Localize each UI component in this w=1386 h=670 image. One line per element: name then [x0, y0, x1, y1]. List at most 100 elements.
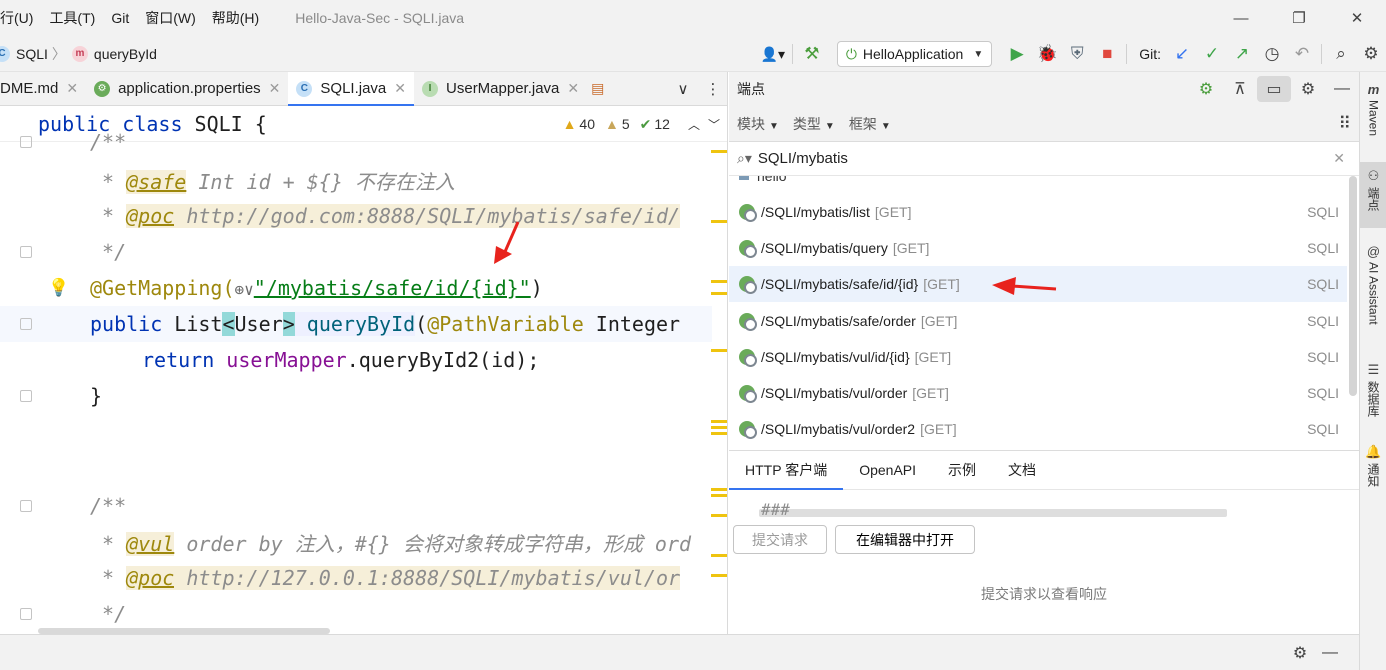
fold-icon[interactable]: [20, 246, 32, 258]
close-window-icon[interactable]: ✕: [1328, 0, 1386, 36]
error-stripe[interactable]: [711, 142, 727, 634]
stripe-mark[interactable]: [711, 488, 727, 491]
chevron-down-icon[interactable]: ∨: [668, 80, 698, 98]
build-hammer-icon[interactable]: ⚒: [797, 39, 827, 69]
stripe-mark[interactable]: [711, 280, 727, 283]
tab-examples[interactable]: 示例: [932, 450, 992, 490]
menu-git[interactable]: Git: [103, 10, 137, 26]
endpoint-row[interactable]: /SQLI/mybatis/vul/order2 [GET] SQLI: [729, 411, 1347, 447]
stripe-mark[interactable]: [711, 220, 727, 223]
list-item-partial[interactable]: hello: [739, 176, 787, 184]
stripe-mark[interactable]: [711, 514, 727, 517]
rollback-icon[interactable]: ↶: [1287, 39, 1317, 69]
stripe-mark[interactable]: [711, 432, 727, 435]
settings-gear-icon[interactable]: ⚙: [1291, 79, 1325, 99]
stripe-mark[interactable]: [711, 349, 727, 352]
layout-horizontal-icon[interactable]: ⊼: [1223, 79, 1257, 99]
endpoint-row[interactable]: /SQLI/mybatis/list [GET] SQLI: [729, 194, 1347, 230]
stripe-mark[interactable]: [711, 554, 727, 557]
bell-icon: 🔔: [1365, 444, 1382, 459]
stripe-mark[interactable]: [711, 292, 727, 295]
filter-type[interactable]: 类型 ▼: [793, 114, 835, 134]
tab-application-properties[interactable]: ⚙ application.properties ✕: [86, 72, 288, 106]
close-icon[interactable]: ✕: [394, 80, 406, 97]
tool-maven[interactable]: m Maven: [1360, 82, 1386, 136]
debug-icon[interactable]: 🐞: [1032, 39, 1062, 69]
tab-openapi[interactable]: OpenAPI: [843, 450, 932, 490]
minimize-panel-icon[interactable]: —: [1325, 80, 1359, 98]
tab-label: application.properties: [118, 80, 261, 97]
stripe-mark[interactable]: [711, 150, 727, 153]
stripe-mark[interactable]: [711, 494, 727, 497]
fold-icon[interactable]: [20, 390, 32, 402]
show-library-icon[interactable]: ⚙: [1189, 79, 1223, 99]
endpoint-row[interactable]: /SQLI/mybatis/vul/id/{id} [GET] SQLI: [729, 339, 1347, 375]
endpoint-method: [GET]: [920, 313, 958, 329]
submit-request-button[interactable]: 提交请求: [733, 525, 827, 554]
git-commit-icon[interactable]: ✓: [1197, 39, 1227, 69]
tab-usermapper-java[interactable]: I UserMapper.java ✕: [414, 72, 587, 106]
fold-icon[interactable]: [20, 318, 32, 330]
http-request-editor[interactable]: ### 提交请求 在编辑器中打开 提交请求以查看响应: [729, 490, 1359, 632]
user-icon[interactable]: 👤▾: [758, 39, 788, 69]
menu-tools[interactable]: 工具(T): [41, 8, 103, 28]
menu-window[interactable]: 窗口(W): [137, 8, 204, 28]
search-icon[interactable]: ⌕: [1326, 39, 1356, 69]
run-config-selector[interactable]: ⏻ HelloApplication ▼: [836, 41, 993, 67]
minimize-icon[interactable]: —: [1212, 0, 1270, 36]
preview-toggle-icon[interactable]: ▭: [1257, 76, 1291, 102]
menu-run[interactable]: 行(U): [0, 8, 41, 28]
lightbulb-icon[interactable]: 💡: [48, 278, 69, 298]
interface-icon: I: [422, 80, 439, 97]
spring-endpoint-icon: [739, 276, 757, 294]
endpoint-row[interactable]: /SQLI/mybatis/vul/order [GET] SQLI: [729, 375, 1347, 411]
group-by-icon[interactable]: ⠿: [1339, 114, 1351, 134]
close-icon[interactable]: ✕: [567, 80, 579, 97]
fold-icon[interactable]: [20, 136, 32, 148]
settings-gear-icon[interactable]: ⚙: [1356, 39, 1386, 69]
minimize-panel-icon[interactable]: —: [1315, 644, 1345, 662]
endpoints-scrollbar[interactable]: [1349, 176, 1357, 396]
breadcrumb-class[interactable]: SQLI: [16, 46, 48, 62]
fold-icon[interactable]: [20, 608, 32, 620]
tool-endpoints[interactable]: ⚇ 端点: [1360, 162, 1386, 228]
code-lines[interactable]: /** * @safe Int id + ${} 不存在注入 * @poc ht…: [0, 130, 727, 634]
close-icon[interactable]: ✕: [269, 80, 281, 97]
endpoints-header-actions: ⚙ ⊼ ▭ ⚙ —: [1189, 72, 1359, 106]
tab-docs[interactable]: 文档: [992, 450, 1052, 490]
open-in-editor-button[interactable]: 在编辑器中打开: [835, 525, 975, 554]
stop-icon[interactable]: ■: [1092, 39, 1122, 69]
tab-html-file[interactable]: ▤: [587, 72, 608, 106]
breadcrumb-method[interactable]: queryById: [94, 46, 157, 62]
restore-icon[interactable]: ❐: [1270, 0, 1328, 36]
tool-ai-assistant[interactable]: @ AI Assistant: [1360, 244, 1386, 325]
clear-search-icon[interactable]: ✕: [1333, 150, 1345, 167]
history-icon[interactable]: ◷: [1257, 39, 1287, 69]
filter-module[interactable]: 模块 ▼: [737, 114, 779, 134]
tab-sqli-java[interactable]: C SQLI.java ✕: [288, 72, 415, 107]
tab-readme[interactable]: DME.md ✕: [0, 72, 86, 106]
more-vertical-icon[interactable]: ⋮: [698, 80, 727, 98]
tool-database[interactable]: ☰ 数据库: [1360, 362, 1386, 417]
filter-framework[interactable]: 框架 ▼: [849, 114, 891, 134]
chevron-down-icon: ▼: [769, 120, 779, 132]
stripe-mark[interactable]: [711, 574, 727, 577]
menu-help[interactable]: 帮助(H): [204, 8, 267, 28]
stripe-mark[interactable]: [711, 420, 727, 423]
endpoints-search-input[interactable]: [757, 150, 1318, 167]
class-icon: C: [0, 45, 10, 62]
tool-notifications[interactable]: 🔔 通知: [1360, 444, 1386, 487]
endpoint-row[interactable]: /SQLI/mybatis/query [GET] SQLI: [729, 230, 1347, 266]
settings-gear-icon[interactable]: ⚙: [1285, 643, 1315, 663]
tab-http-client[interactable]: HTTP 客户端: [729, 450, 844, 491]
endpoint-row[interactable]: /SQLI/mybatis/safe/order [GET] SQLI: [729, 303, 1347, 339]
close-icon[interactable]: ✕: [66, 80, 78, 97]
coverage-icon[interactable]: ⛨: [1062, 39, 1092, 69]
stripe-mark[interactable]: [711, 426, 727, 429]
fold-icon[interactable]: [20, 500, 32, 512]
git-update-icon[interactable]: ↙: [1167, 39, 1197, 69]
method-icon: m: [71, 45, 88, 62]
run-icon[interactable]: ▶: [1002, 39, 1032, 69]
git-push-icon[interactable]: ↗: [1227, 39, 1257, 69]
endpoint-path: /SQLI/mybatis/safe/order: [761, 313, 916, 329]
